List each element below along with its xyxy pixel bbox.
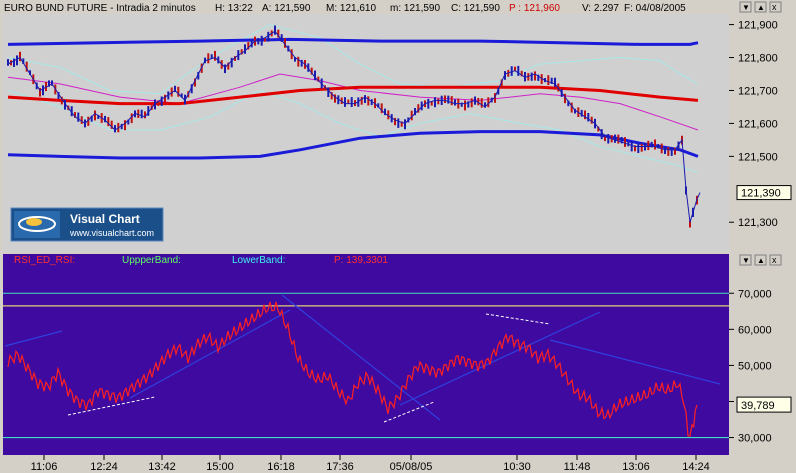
max-value: M: 121,610 — [326, 3, 376, 14]
last-rsi-label: 39,789 — [741, 400, 775, 412]
last-price-label: 121,390 — [741, 188, 781, 200]
upper-band-label: UppperBand: — [122, 255, 181, 266]
open-value: A: 121,590 — [262, 3, 311, 14]
volume-value: V: 2.297 — [582, 3, 619, 14]
previous-value: P : 121,960 — [509, 3, 560, 14]
time-tick-label: 11:48 — [564, 461, 591, 473]
chevron-up-icon: ▲ — [757, 256, 765, 265]
time-tick-label: 14:24 — [682, 461, 710, 473]
lower-band-label: LowerBand: — [232, 255, 285, 266]
chevron-up-icon: ▲ — [757, 3, 765, 12]
instrument-title: EURO BUND FUTURE - Intradia 2 minutos — [4, 3, 196, 14]
close-value: C: 121,590 — [451, 3, 500, 14]
chart-canvas: EURO BUND FUTURE - Intradia 2 minutos H:… — [0, 0, 796, 473]
rsi-tick-label: 30,000 — [738, 433, 772, 445]
close-icon: x — [772, 2, 777, 12]
time-tick-label: 13:42 — [148, 461, 176, 473]
price-panel-buttons: ▼ ▲ x — [739, 1, 782, 13]
price-tick-label: 121,500 — [738, 151, 778, 163]
globe-icon — [26, 218, 42, 226]
chevron-down-icon: ▼ — [742, 256, 750, 265]
min-value: m: 121,590 — [390, 3, 440, 14]
time-tick-label: 15:00 — [206, 461, 234, 473]
time-tick-label: 10:30 — [503, 461, 531, 473]
date-value: F: 04/08/2005 — [624, 3, 686, 14]
time-tick-label: 11:06 — [31, 461, 58, 473]
chart-window: EURO BUND FUTURE - Intradia 2 minutos H:… — [0, 0, 796, 473]
visual-chart-logo: Visual Chart www.visualchart.com — [10, 207, 164, 242]
price-tick-label: 121,600 — [738, 118, 778, 130]
high-time: H: 13:22 — [215, 3, 253, 14]
price-tick-label: 121,300 — [738, 217, 778, 229]
rsi-panel-buttons: ▼ ▲ x — [739, 254, 782, 266]
logo-url: www.visualchart.com — [69, 228, 154, 238]
rsi-tick-label: 50,000 — [738, 360, 772, 372]
rsi-tick-label: 60,000 — [738, 324, 772, 336]
rsi-tick-label: 70,000 — [738, 288, 772, 300]
price-tick-label: 121,700 — [738, 85, 778, 97]
close-icon: x — [772, 255, 777, 265]
rsi-axis: 70,00060,00050,00040,00030,00039,789 — [729, 288, 792, 445]
time-tick-label: 16:18 — [267, 461, 295, 473]
time-tick-label: 05/08/05 — [390, 461, 433, 473]
time-tick-label: 12:24 — [90, 461, 118, 473]
time-tick-label: 17:36 — [326, 461, 354, 473]
logo-title: Visual Chart — [70, 212, 140, 226]
period-value: P: 139,3301 — [334, 255, 388, 266]
rsi-panel — [3, 264, 729, 455]
time-tick-label: 13:06 — [622, 461, 650, 473]
price-tick-label: 121,900 — [738, 20, 778, 32]
rsi-label: RSI_ED_RSI: — [14, 255, 75, 266]
chevron-down-icon: ▼ — [742, 3, 750, 12]
price-tick-label: 121,800 — [738, 53, 778, 65]
